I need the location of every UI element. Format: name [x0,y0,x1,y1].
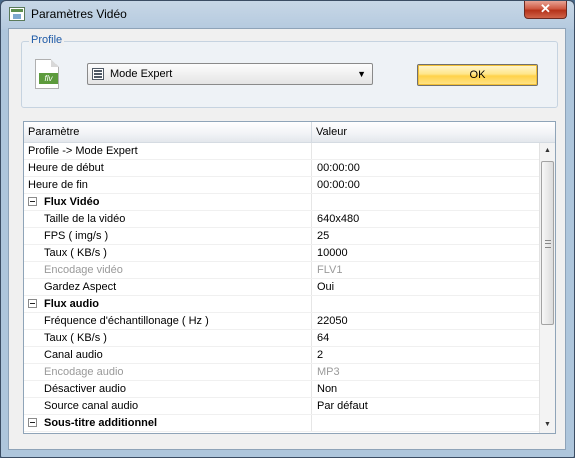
grid-row-label: Taux ( KB/s ) [24,245,312,261]
grip-icon [545,240,551,248]
grid-row-label: Source canal audio [24,398,312,414]
profile-dropdown-value: Mode Expert [110,68,173,80]
grid-row[interactable]: Encodage audio MP3 [24,364,539,381]
title-bar[interactable]: Paramètres Vidéo ✕ [1,1,574,28]
scrollbar-thumb[interactable] [541,161,554,325]
grid-row-value[interactable]: Par défaut [313,398,539,414]
grid-row-value[interactable]: Non [313,381,539,397]
grid-row[interactable]: Taux ( KB/s ) 10000 [24,245,539,262]
grid-row-value[interactable]: 10000 [313,245,539,261]
grid-row[interactable]: Taille de la vidéo 640x480 [24,211,539,228]
grid-row[interactable]: Source canal audio Par défaut [24,398,539,415]
grid-row-label: Profile -> Mode Expert [24,143,312,159]
grid-row-value[interactable]: 00:00:00 [313,177,539,193]
list-icon [92,68,104,80]
grid-row-label: FPS ( img/s ) [24,228,312,244]
grid-row-value[interactable]: FLV1 [313,262,539,278]
grid-row-value[interactable]: 00:00:00 [313,160,539,176]
grid-row-label: Encodage audio [24,364,312,380]
grid-row-label: Canal audio [24,347,312,363]
grid-group-row[interactable]: Sous-titre additionnel [24,415,539,432]
grid-row[interactable]: Gardez Aspect Oui [24,279,539,296]
grid-row-label: Gardez Aspect [24,279,312,295]
grid-row-label: Sous-titre additionnel [24,415,312,431]
scroll-up-arrow-icon[interactable]: ▲ [540,143,555,159]
app-icon [9,7,25,21]
close-button[interactable]: ✕ [524,1,567,19]
grid-row-label: Fréquence d'échantillonage ( Hz ) [24,313,312,329]
grid-row[interactable]: Canal audio 2 [24,347,539,364]
grid-row-value[interactable]: 22050 [313,313,539,329]
grid-row-value [313,194,539,210]
grid-row-label: Désactiver audio [24,381,312,397]
grid-row[interactable]: Taux ( KB/s ) 64 [24,330,539,347]
column-header-valeur[interactable]: Valeur [312,122,539,142]
profile-dropdown[interactable]: Mode Expert ▼ [87,63,373,85]
grid-header: Paramètre Valeur [24,122,555,143]
grid-row-value[interactable]: MP3 [313,364,539,380]
grid-row-value [313,296,539,312]
grid-row-label: Taux ( KB/s ) [24,330,312,346]
chevron-down-icon: ▼ [357,69,366,79]
ok-button-label: OK [469,69,486,81]
grid-group-row[interactable]: Flux audio [24,296,539,313]
grid-row[interactable]: Heure de début 00:00:00 [24,160,539,177]
grid-row-value[interactable]: 640x480 [313,211,539,227]
flv-badge: flv [39,73,58,84]
grid-row[interactable]: Désactiver audio Non [24,381,539,398]
ok-button[interactable]: OK [417,64,538,86]
grid-row-value [313,415,539,431]
grid-row-value[interactable]: Oui [313,279,539,295]
grid-row[interactable]: Heure de fin 00:00:00 [24,177,539,194]
grid-row[interactable]: Encodage vidéo FLV1 [24,262,539,279]
column-header-parametre[interactable]: Paramètre [24,122,312,142]
profile-legend: Profile [29,34,65,46]
grid-row-label: Heure de début [24,160,312,176]
flv-file-icon: flv [35,59,59,89]
grid-row-label: Flux Vidéo [24,194,312,210]
grid-row-label: Encodage vidéo [24,262,312,278]
grid-row-value[interactable]: 64 [313,330,539,346]
scroll-down-arrow-icon[interactable]: ▼ [540,417,555,433]
grid-row-label: Flux audio [24,296,312,312]
grid-row[interactable]: Fréquence d'échantillonage ( Hz ) 22050 [24,313,539,330]
grid-row-label: Heure de fin [24,177,312,193]
vertical-scrollbar[interactable]: ▲ ▼ [539,143,555,433]
property-grid: Paramètre Valeur Profile -> Mode Expert H… [23,121,556,434]
grid-row-value[interactable]: 25 [313,228,539,244]
grid-row-value[interactable] [313,143,539,159]
dialog-window: Paramètres Vidéo ✕ Profile flv Mode Expe… [0,0,575,458]
window-title: Paramètres Vidéo [31,7,127,21]
close-icon: ✕ [540,1,551,16]
grid-row-label: Taille de la vidéo [24,211,312,227]
grid-row-value[interactable]: 2 [313,347,539,363]
grid-group-row[interactable]: Flux Vidéo [24,194,539,211]
dialog-client-area: Profile flv Mode Expert ▼ OK Paramètre V… [8,28,566,450]
grid-row[interactable]: FPS ( img/s ) 25 [24,228,539,245]
grid-row[interactable]: Profile -> Mode Expert [24,143,539,160]
profile-group: Profile flv Mode Expert ▼ OK [21,34,558,108]
